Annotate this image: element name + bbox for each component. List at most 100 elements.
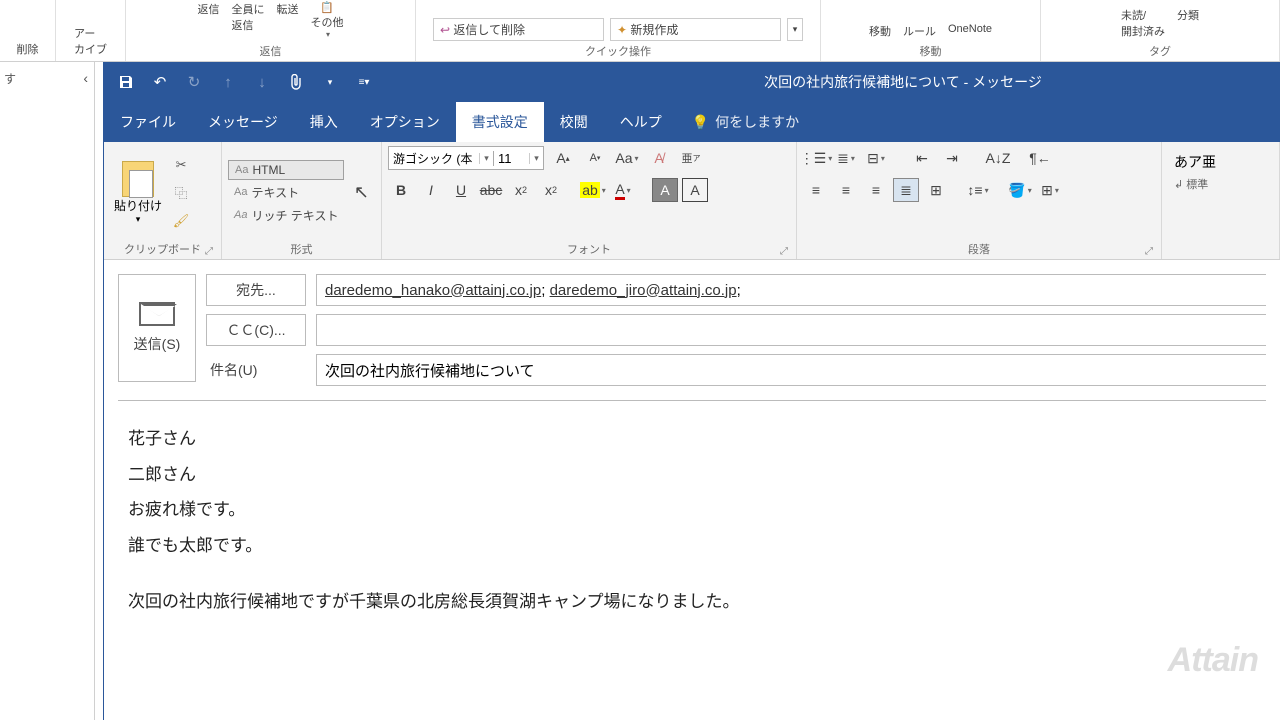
font-color-icon[interactable]: A▾ bbox=[610, 178, 636, 202]
phonetic-icon[interactable]: 亜ア bbox=[678, 146, 704, 170]
format-painter-icon[interactable]: 🖌 bbox=[170, 210, 192, 232]
body-line: 次回の社内旅行候補地ですが千葉県の北房総長須賀湖キャンプ場になりました。 bbox=[128, 584, 1256, 620]
align-right-icon[interactable]: ≡ bbox=[863, 178, 889, 202]
cursor-icon[interactable]: ↖ bbox=[348, 181, 374, 205]
font-size-combo[interactable]: 11 bbox=[493, 151, 529, 166]
clipboard-icon bbox=[122, 161, 154, 197]
font-launcher[interactable]: ⤢ bbox=[780, 246, 788, 257]
copy-icon[interactable]: ⿻ bbox=[170, 182, 192, 204]
char-border-icon[interactable]: A bbox=[682, 178, 708, 202]
bg-reply[interactable]: 返信 bbox=[196, 0, 222, 19]
font-name-combo[interactable]: 游ゴシック (本 ▾ 11 ▾ bbox=[388, 146, 544, 170]
bg-new-create[interactable]: ✦ 新規作成 bbox=[610, 18, 781, 41]
message-body[interactable]: 花子さん 二郎さん お疲れ様です。 誰でも太郎です。 次回の社内旅行候補地ですが… bbox=[118, 400, 1266, 639]
bg-delete[interactable]: 削除 bbox=[15, 39, 41, 59]
bg-move[interactable]: 移動 bbox=[867, 21, 893, 41]
numbering-icon[interactable]: ≣▾ bbox=[833, 146, 859, 170]
multilevel-icon[interactable]: ⊟▾ bbox=[863, 146, 889, 170]
body-line: お疲れ様です。 bbox=[128, 492, 1256, 528]
superscript-icon[interactable]: x2 bbox=[538, 178, 564, 202]
save-icon[interactable] bbox=[114, 70, 138, 94]
redo-icon[interactable]: ↻ bbox=[182, 70, 206, 94]
cut-icon[interactable]: ✂ bbox=[170, 154, 192, 176]
attach-icon[interactable] bbox=[284, 70, 308, 94]
strike-icon[interactable]: abc bbox=[478, 178, 504, 202]
tab-options[interactable]: オプション bbox=[354, 102, 456, 142]
tell-me-search[interactable]: 💡 何をしますか bbox=[678, 102, 813, 142]
qat-customize[interactable]: ≡▾ bbox=[352, 70, 376, 94]
bold-icon[interactable]: B bbox=[388, 178, 414, 202]
outdent-icon[interactable]: ⇤ bbox=[909, 146, 935, 170]
bg-other[interactable]: 📋 その他▾ bbox=[309, 0, 346, 41]
body-line: 二郎さん bbox=[128, 457, 1256, 493]
indent-icon[interactable]: ⇥ bbox=[939, 146, 965, 170]
attach-dropdown[interactable]: ▾ bbox=[318, 70, 342, 94]
grow-font-icon[interactable]: A▴ bbox=[550, 146, 576, 170]
borders-icon[interactable]: ⊞▾ bbox=[1037, 178, 1063, 202]
prev-icon[interactable]: ↑ bbox=[216, 70, 240, 94]
bg-move-group-label: 移動 bbox=[920, 43, 942, 59]
compose-window: ↶ ↻ ↑ ↓ ▾ ≡▾ 次回の社内旅行候補地について - メッセージ ファイル… bbox=[103, 62, 1280, 720]
bg-onenote[interactable]: OneNote bbox=[946, 21, 994, 37]
format-group-label: 形式 bbox=[228, 239, 375, 257]
clipboard-launcher[interactable]: ⤢ bbox=[205, 246, 213, 257]
shrink-font-icon[interactable]: A▾ bbox=[582, 146, 608, 170]
tab-format[interactable]: 書式設定 bbox=[456, 102, 544, 142]
subject-label: 件名(U) bbox=[206, 360, 306, 380]
bg-reply-delete[interactable]: ↩ 返信して削除 bbox=[433, 18, 604, 41]
shading-icon[interactable]: 🪣▾ bbox=[1007, 178, 1033, 202]
tab-message[interactable]: メッセージ bbox=[192, 102, 294, 142]
style-preview[interactable]: あア亜 bbox=[1174, 152, 1216, 172]
nav-pane-collapsed: ‹ す bbox=[0, 62, 95, 720]
change-case-icon[interactable]: Aa▾ bbox=[614, 146, 640, 170]
body-line: 花子さん bbox=[128, 421, 1256, 457]
font-group-label: フォント⤢ bbox=[388, 239, 790, 257]
format-text[interactable]: Aaテキスト bbox=[228, 182, 344, 203]
para-launcher[interactable]: ⤢ bbox=[1145, 246, 1153, 257]
tab-review[interactable]: 校閲 bbox=[544, 102, 604, 142]
subscript-icon[interactable]: x2 bbox=[508, 178, 534, 202]
next-icon[interactable]: ↓ bbox=[250, 70, 274, 94]
send-button[interactable]: 送信(S) bbox=[118, 274, 196, 382]
bg-reply-all[interactable]: 全員に 返信 bbox=[230, 0, 267, 35]
align-center-icon[interactable]: ≡ bbox=[833, 178, 859, 202]
bg-unread[interactable]: 未読/ 開封済み bbox=[1119, 5, 1167, 41]
format-html[interactable]: AaHTML bbox=[228, 160, 344, 180]
subject-field[interactable]: 次回の社内旅行候補地について bbox=[316, 354, 1266, 386]
align-left-icon[interactable]: ≡ bbox=[803, 178, 829, 202]
italic-icon[interactable]: I bbox=[418, 178, 444, 202]
undo-icon[interactable]: ↶ bbox=[148, 70, 172, 94]
distribute-icon[interactable]: ⊞ bbox=[923, 178, 949, 202]
clipboard-group-label: クリップボード⤢ bbox=[110, 239, 215, 257]
char-shade-icon[interactable]: A bbox=[652, 178, 678, 202]
nav-label: す bbox=[4, 70, 16, 87]
sort-icon[interactable]: A↓Z bbox=[985, 146, 1011, 170]
to-field[interactable]: daredemo_hanako@attainj.co.jp; daredemo_… bbox=[316, 274, 1266, 306]
bullets-icon[interactable]: ⋮☰▾ bbox=[803, 146, 829, 170]
align-justify-icon[interactable]: ≣ bbox=[893, 178, 919, 202]
style-normal[interactable]: ↲ 標準 bbox=[1174, 176, 1208, 192]
lightbulb-icon: 💡 bbox=[692, 114, 709, 131]
underline-icon[interactable]: U bbox=[448, 178, 474, 202]
line-spacing-icon[interactable]: ↕≡▾ bbox=[965, 178, 991, 202]
bg-forward[interactable]: 転送 bbox=[275, 0, 301, 19]
bg-archive[interactable]: アー カイブ bbox=[72, 23, 109, 59]
highlight-icon[interactable]: ab▾ bbox=[580, 178, 606, 202]
cc-button[interactable]: ＣＣ(C)... bbox=[206, 314, 306, 346]
bg-tag-group-label: タグ bbox=[1149, 43, 1171, 59]
nav-collapse-chevron[interactable]: ‹ bbox=[83, 70, 88, 86]
bg-rules[interactable]: ルール bbox=[901, 21, 938, 41]
clear-format-icon[interactable]: A̸ bbox=[646, 146, 672, 170]
to-button[interactable]: 宛先... bbox=[206, 274, 306, 306]
format-rich[interactable]: Aaリッチ テキスト bbox=[228, 205, 344, 226]
tab-help[interactable]: ヘルプ bbox=[604, 102, 678, 142]
tab-file[interactable]: ファイル bbox=[104, 102, 192, 142]
cc-field[interactable] bbox=[316, 314, 1266, 346]
recipient-2[interactable]: daredemo_jiro@attainj.co.jp bbox=[550, 282, 737, 299]
show-marks-icon[interactable]: ¶← bbox=[1027, 146, 1053, 170]
bg-category[interactable]: 分類 bbox=[1175, 5, 1201, 25]
recipient-1[interactable]: daredemo_hanako@attainj.co.jp bbox=[325, 282, 541, 299]
tab-insert[interactable]: 挿入 bbox=[294, 102, 354, 142]
body-line: 誰でも太郎です。 bbox=[128, 528, 1256, 564]
paste-button[interactable]: 貼り付け ▾ bbox=[110, 157, 166, 229]
